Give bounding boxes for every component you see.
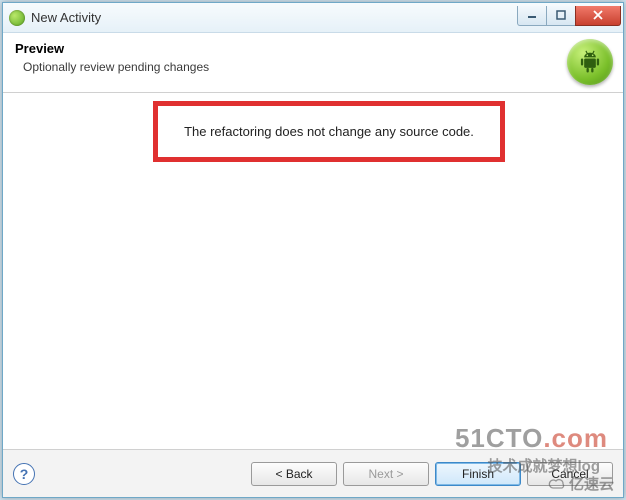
window-controls [518,6,621,26]
finish-button[interactable]: Finish [435,462,521,486]
close-button[interactable] [575,6,621,26]
help-button[interactable]: ? [13,463,35,485]
refactoring-message: The refactoring does not change any sour… [153,101,505,162]
window-title: New Activity [31,10,101,25]
page-title: Preview [15,41,611,56]
wizard-content: The refactoring does not change any sour… [3,93,623,449]
close-icon [592,9,604,21]
minimize-button[interactable] [517,6,547,26]
app-icon [9,10,25,26]
cancel-button[interactable]: Cancel [527,462,613,486]
wizard-header: Preview Optionally review pending change… [3,33,623,93]
page-subtitle: Optionally review pending changes [23,60,611,74]
minimize-icon [527,10,537,20]
maximize-button[interactable] [546,6,576,26]
wizard-footer: ? < Back Next > Finish Cancel [3,449,623,497]
next-button[interactable]: Next > [343,462,429,486]
help-icon: ? [20,466,29,482]
back-button[interactable]: < Back [251,462,337,486]
android-icon [567,39,613,85]
titlebar[interactable]: New Activity [3,3,623,33]
dialog-window: New Activity Preview Optionally review p… [2,2,624,498]
maximize-icon [556,10,566,20]
